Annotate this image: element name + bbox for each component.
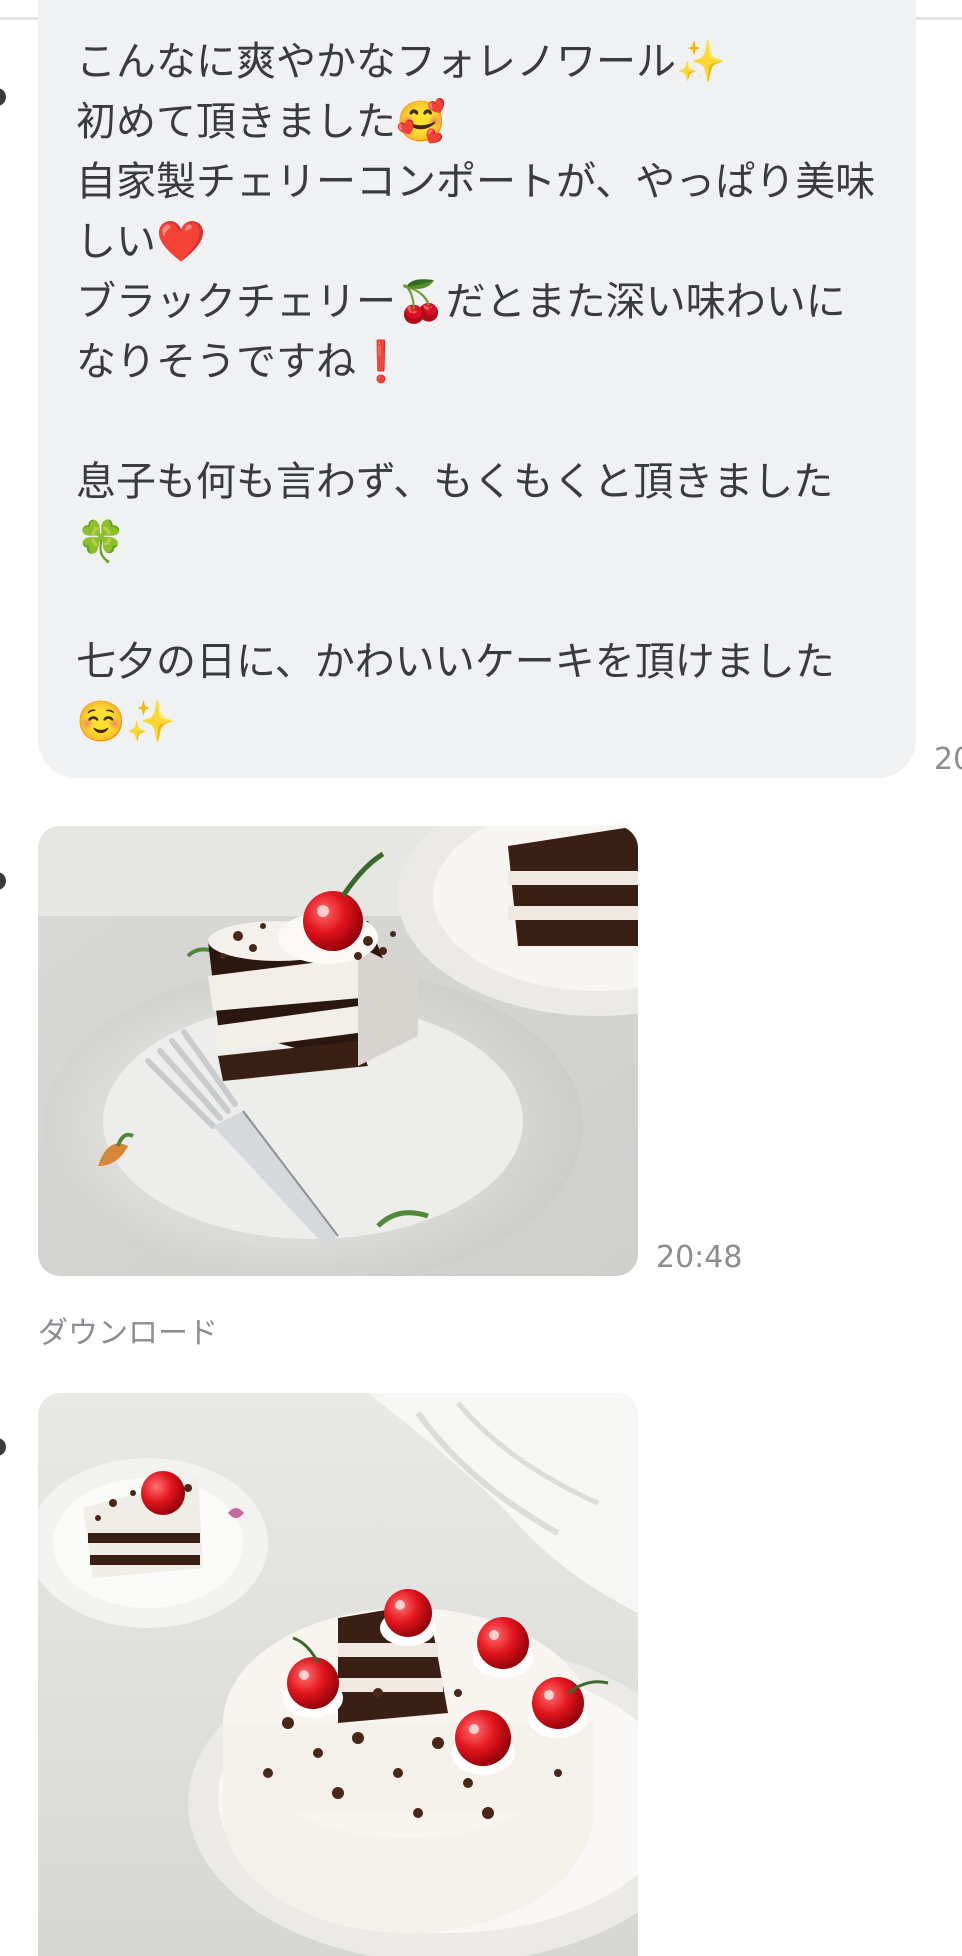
cake-slice-image <box>38 826 638 1276</box>
sender-avatar[interactable] <box>0 88 6 106</box>
sender-avatar[interactable] <box>0 872 6 890</box>
whole-cake-photo[interactable] <box>38 1393 638 1956</box>
whole-cake-image <box>38 1393 638 1956</box>
sender-avatar[interactable] <box>0 1438 6 1456</box>
download-link[interactable]: ダウンロード <box>38 1308 218 1352</box>
photo-time: 20:48 <box>656 1240 743 1275</box>
cake-slice-photo[interactable] <box>38 826 638 1276</box>
message-text: こんなに爽やかなフォレノワール✨ 初めて頂きました🥰 自家製チェリーコンポートが… <box>76 39 876 745</box>
message-time: 20 <box>934 742 962 777</box>
